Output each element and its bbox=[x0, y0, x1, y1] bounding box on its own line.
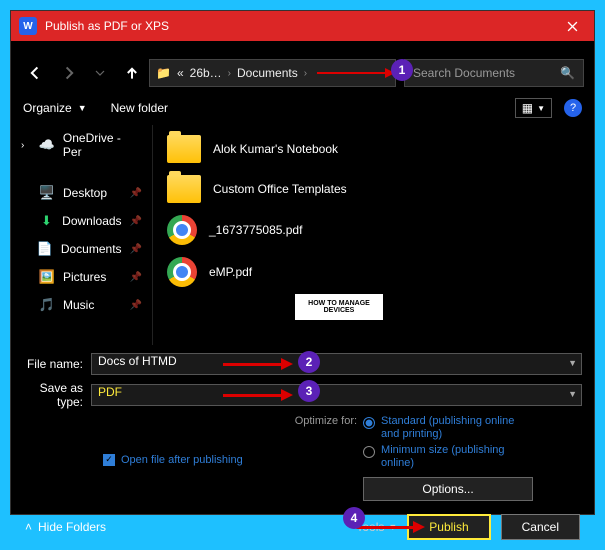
annotation-arrow bbox=[365, 526, 415, 529]
help-button[interactable]: ? bbox=[564, 99, 582, 117]
close-icon bbox=[567, 21, 578, 32]
chevron-right-icon: › bbox=[304, 68, 307, 79]
annotation-callout: 3 bbox=[298, 380, 320, 402]
arrow-left-icon bbox=[29, 66, 43, 80]
radio-standard[interactable]: Standard (publishing online and printing… bbox=[363, 415, 533, 441]
new-folder-button[interactable]: New folder bbox=[111, 101, 168, 115]
chevron-down-icon: ▼ bbox=[78, 103, 87, 113]
file-name-input[interactable]: Docs of HTMD▼ bbox=[91, 353, 582, 375]
options-button[interactable]: Options... bbox=[363, 477, 533, 501]
save-dialog: W Publish as PDF or XPS 📁 « 26b… › Docum… bbox=[10, 10, 595, 515]
pin-icon: 📌 bbox=[130, 244, 142, 255]
music-icon: 🎵 bbox=[39, 297, 55, 313]
computer-icon: 📁 bbox=[156, 66, 171, 80]
download-icon: ⬇ bbox=[39, 213, 54, 229]
chrome-icon bbox=[167, 257, 197, 287]
nav-recent[interactable] bbox=[85, 59, 115, 87]
chevron-right-icon: › bbox=[21, 140, 31, 151]
pin-icon: 📌 bbox=[130, 216, 142, 227]
folder-icon bbox=[167, 175, 201, 203]
sidebar-item-downloads[interactable]: ⬇Downloads📌 bbox=[11, 207, 152, 235]
search-icon: 🔍 bbox=[560, 66, 575, 80]
chevron-down-icon: ▼ bbox=[568, 358, 577, 368]
file-name-label: File name: bbox=[23, 357, 91, 371]
form-area: File name: Docs of HTMD▼ 2 Save as type:… bbox=[11, 345, 594, 504]
checkbox-checked-icon: ✓ bbox=[103, 454, 115, 466]
sidebar: ›☁️OneDrive - Per 🖥️Desktop📌 ⬇Downloads📌… bbox=[11, 125, 153, 345]
radio-off-icon bbox=[363, 446, 375, 458]
sidebar-item-pictures[interactable]: 🖼️Pictures📌 bbox=[11, 263, 152, 291]
sidebar-onedrive[interactable]: ›☁️OneDrive - Per bbox=[11, 125, 152, 165]
list-item[interactable]: Custom Office Templates bbox=[157, 169, 590, 209]
radio-on-icon bbox=[363, 417, 375, 429]
arrow-up-icon bbox=[125, 66, 139, 80]
address-bar[interactable]: 📁 « 26b… › Documents › bbox=[149, 59, 396, 87]
arrow-right-icon bbox=[61, 66, 75, 80]
annotation-arrow bbox=[223, 363, 283, 366]
annotation-arrow bbox=[317, 72, 387, 74]
view-grid-icon: ▦ bbox=[522, 101, 533, 115]
pin-icon: 📌 bbox=[130, 272, 142, 283]
desktop-icon: 🖥️ bbox=[39, 185, 55, 201]
documents-icon: 📄 bbox=[37, 241, 53, 257]
radio-minimum[interactable]: Minimum size (publishing online) bbox=[363, 444, 533, 470]
watermark-badge: HOW TO MANAGE DEVICES bbox=[294, 293, 384, 321]
annotation-callout: 4 bbox=[343, 507, 365, 529]
breadcrumb-segment[interactable]: Documents bbox=[237, 66, 298, 80]
optimize-label: Optimize for: bbox=[295, 415, 357, 427]
list-item[interactable]: Alok Kumar's Notebook bbox=[157, 129, 590, 169]
window-title: Publish as PDF or XPS bbox=[45, 19, 586, 33]
location-bar: 📁 « 26b… › Documents › Search Documents … bbox=[11, 55, 594, 91]
folder-icon bbox=[167, 135, 201, 163]
close-button[interactable] bbox=[550, 11, 594, 41]
annotation-arrow bbox=[223, 394, 283, 397]
save-type-select[interactable]: PDF▼ bbox=[91, 384, 582, 406]
nav-up[interactable] bbox=[117, 59, 147, 87]
sidebar-item-music[interactable]: 🎵Music📌 bbox=[11, 291, 152, 319]
dialog-footer: ˄Hide Folders 4 Tools▼ Publish Cancel bbox=[11, 504, 594, 550]
hide-folders-button[interactable]: ˄Hide Folders bbox=[25, 520, 106, 534]
view-mode-button[interactable]: ▦▼ bbox=[515, 98, 552, 118]
search-placeholder: Search Documents bbox=[413, 66, 515, 80]
pin-icon: 📌 bbox=[130, 300, 142, 311]
sidebar-item-documents[interactable]: 📄Documents📌 bbox=[11, 235, 152, 263]
open-after-checkbox[interactable]: ✓ Open file after publishing bbox=[103, 415, 243, 504]
list-item[interactable]: eMP.pdf bbox=[157, 251, 590, 293]
chevron-right-icon: › bbox=[228, 68, 231, 79]
save-type-label: Save as type: bbox=[23, 381, 91, 409]
annotation-callout: 1 bbox=[391, 59, 413, 81]
explorer-toolbar: Organize▼ New folder ▦▼ ? bbox=[11, 91, 594, 125]
nav-forward[interactable] bbox=[53, 59, 83, 87]
breadcrumb-overflow: « bbox=[177, 66, 184, 80]
cancel-button[interactable]: Cancel bbox=[501, 514, 580, 540]
nav-back[interactable] bbox=[21, 59, 51, 87]
pictures-icon: 🖼️ bbox=[39, 269, 55, 285]
organize-menu[interactable]: Organize▼ bbox=[23, 101, 87, 115]
pin-icon: 📌 bbox=[130, 188, 142, 199]
breadcrumb-segment[interactable]: 26b… bbox=[190, 66, 222, 80]
titlebar: W Publish as PDF or XPS bbox=[11, 11, 594, 41]
chevron-up-icon: ˄ bbox=[25, 520, 32, 534]
list-item[interactable]: _1673775085.pdf bbox=[157, 209, 590, 251]
cloud-icon: ☁️ bbox=[39, 137, 55, 153]
chrome-icon bbox=[167, 215, 197, 245]
sidebar-item-desktop[interactable]: 🖥️Desktop📌 bbox=[11, 179, 152, 207]
annotation-callout: 2 bbox=[298, 351, 320, 373]
chevron-down-icon bbox=[95, 68, 105, 78]
word-app-icon: W bbox=[19, 17, 37, 35]
chevron-down-icon: ▼ bbox=[537, 104, 545, 113]
chevron-down-icon: ▼ bbox=[568, 389, 577, 399]
search-input[interactable]: Search Documents 🔍 bbox=[404, 59, 584, 87]
